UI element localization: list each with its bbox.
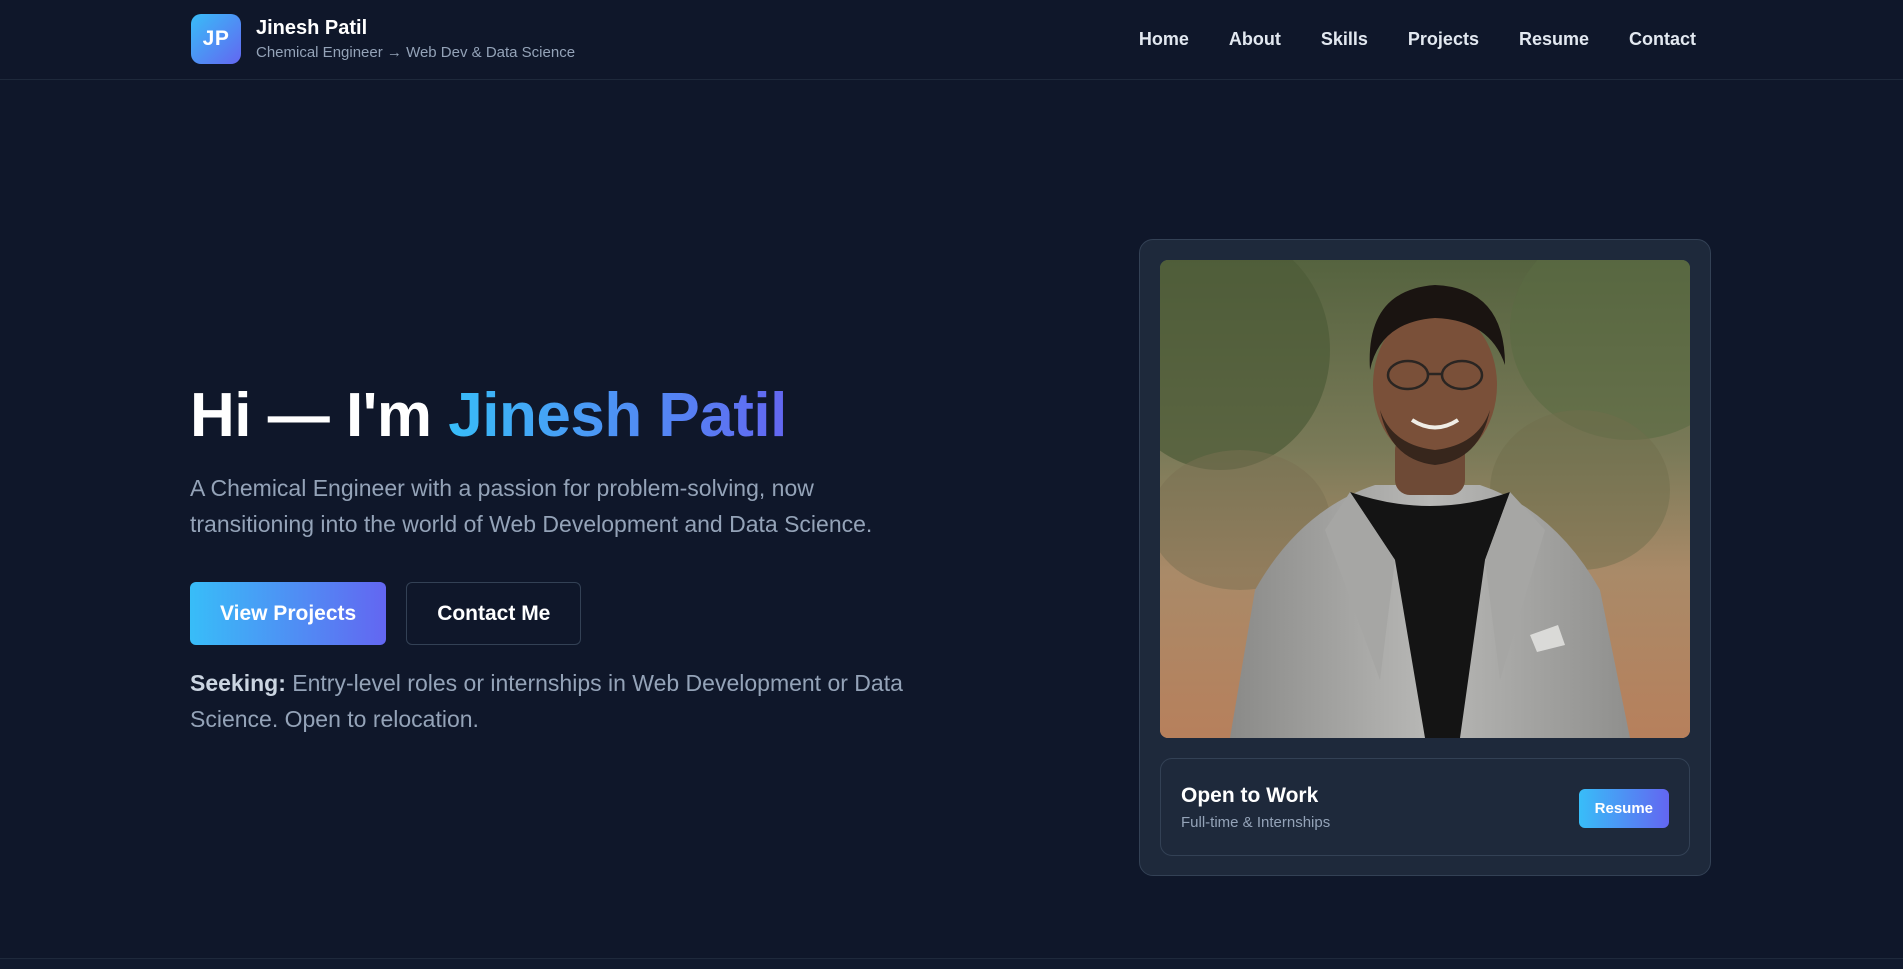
seeking-text: Entry-level roles or internships in Web … [190,670,903,732]
nav-skills[interactable]: Skills [1321,26,1368,52]
nav-about[interactable]: About [1229,26,1281,52]
nav-contact[interactable]: Contact [1629,26,1696,52]
site-name: Jinesh Patil [256,16,368,39]
logo-badge[interactable]: JP [191,14,241,64]
site-header: JP Jinesh Patil Chemical Engineer → Web … [0,0,1903,80]
hero-title-prefix: Hi — I'm [190,381,449,450]
availability-title: Open to Work [1181,784,1319,807]
resume-button[interactable]: Resume [1578,789,1669,828]
next-section-edge [0,958,1903,969]
nav-resume[interactable]: Resume [1519,26,1589,52]
nav-projects[interactable]: Projects [1408,26,1479,52]
seeking-label: Seeking: [190,670,286,696]
brand[interactable]: JP Jinesh Patil Chemical Engineer → Web … [191,14,575,64]
profile-photo-image [1160,260,1690,738]
profile-photo [1160,260,1690,738]
view-projects-button[interactable]: View Projects [190,582,387,645]
hero-title-name: Jinesh Patil [448,381,787,450]
main-nav: Home About Skills Projects Resume Contac… [1139,26,1696,52]
hero-subtitle: A Chemical Engineer with a passion for p… [190,475,873,537]
availability-panel: Open to Work Full-time & Internships Res… [1160,758,1690,856]
seeking-statement: Seeking: Entry-level roles or internship… [190,665,910,737]
brand-text: Jinesh Patil Chemical Engineer → Web Dev… [256,15,575,64]
contact-me-button[interactable]: Contact Me [406,582,582,645]
nav-home[interactable]: Home [1139,26,1189,52]
page: JP Jinesh Patil Chemical Engineer → Web … [0,0,1903,969]
availability-subtitle: Full-time & Internships [1181,814,1331,831]
profile-card: Open to Work Full-time & Internships Res… [1139,239,1711,876]
site-tagline: Chemical Engineer → Web Dev & Data Scien… [256,43,576,61]
hero-actions: View Projects Contact Me [190,582,582,645]
hero-title: Hi — I'm Jinesh Patil [190,380,787,452]
